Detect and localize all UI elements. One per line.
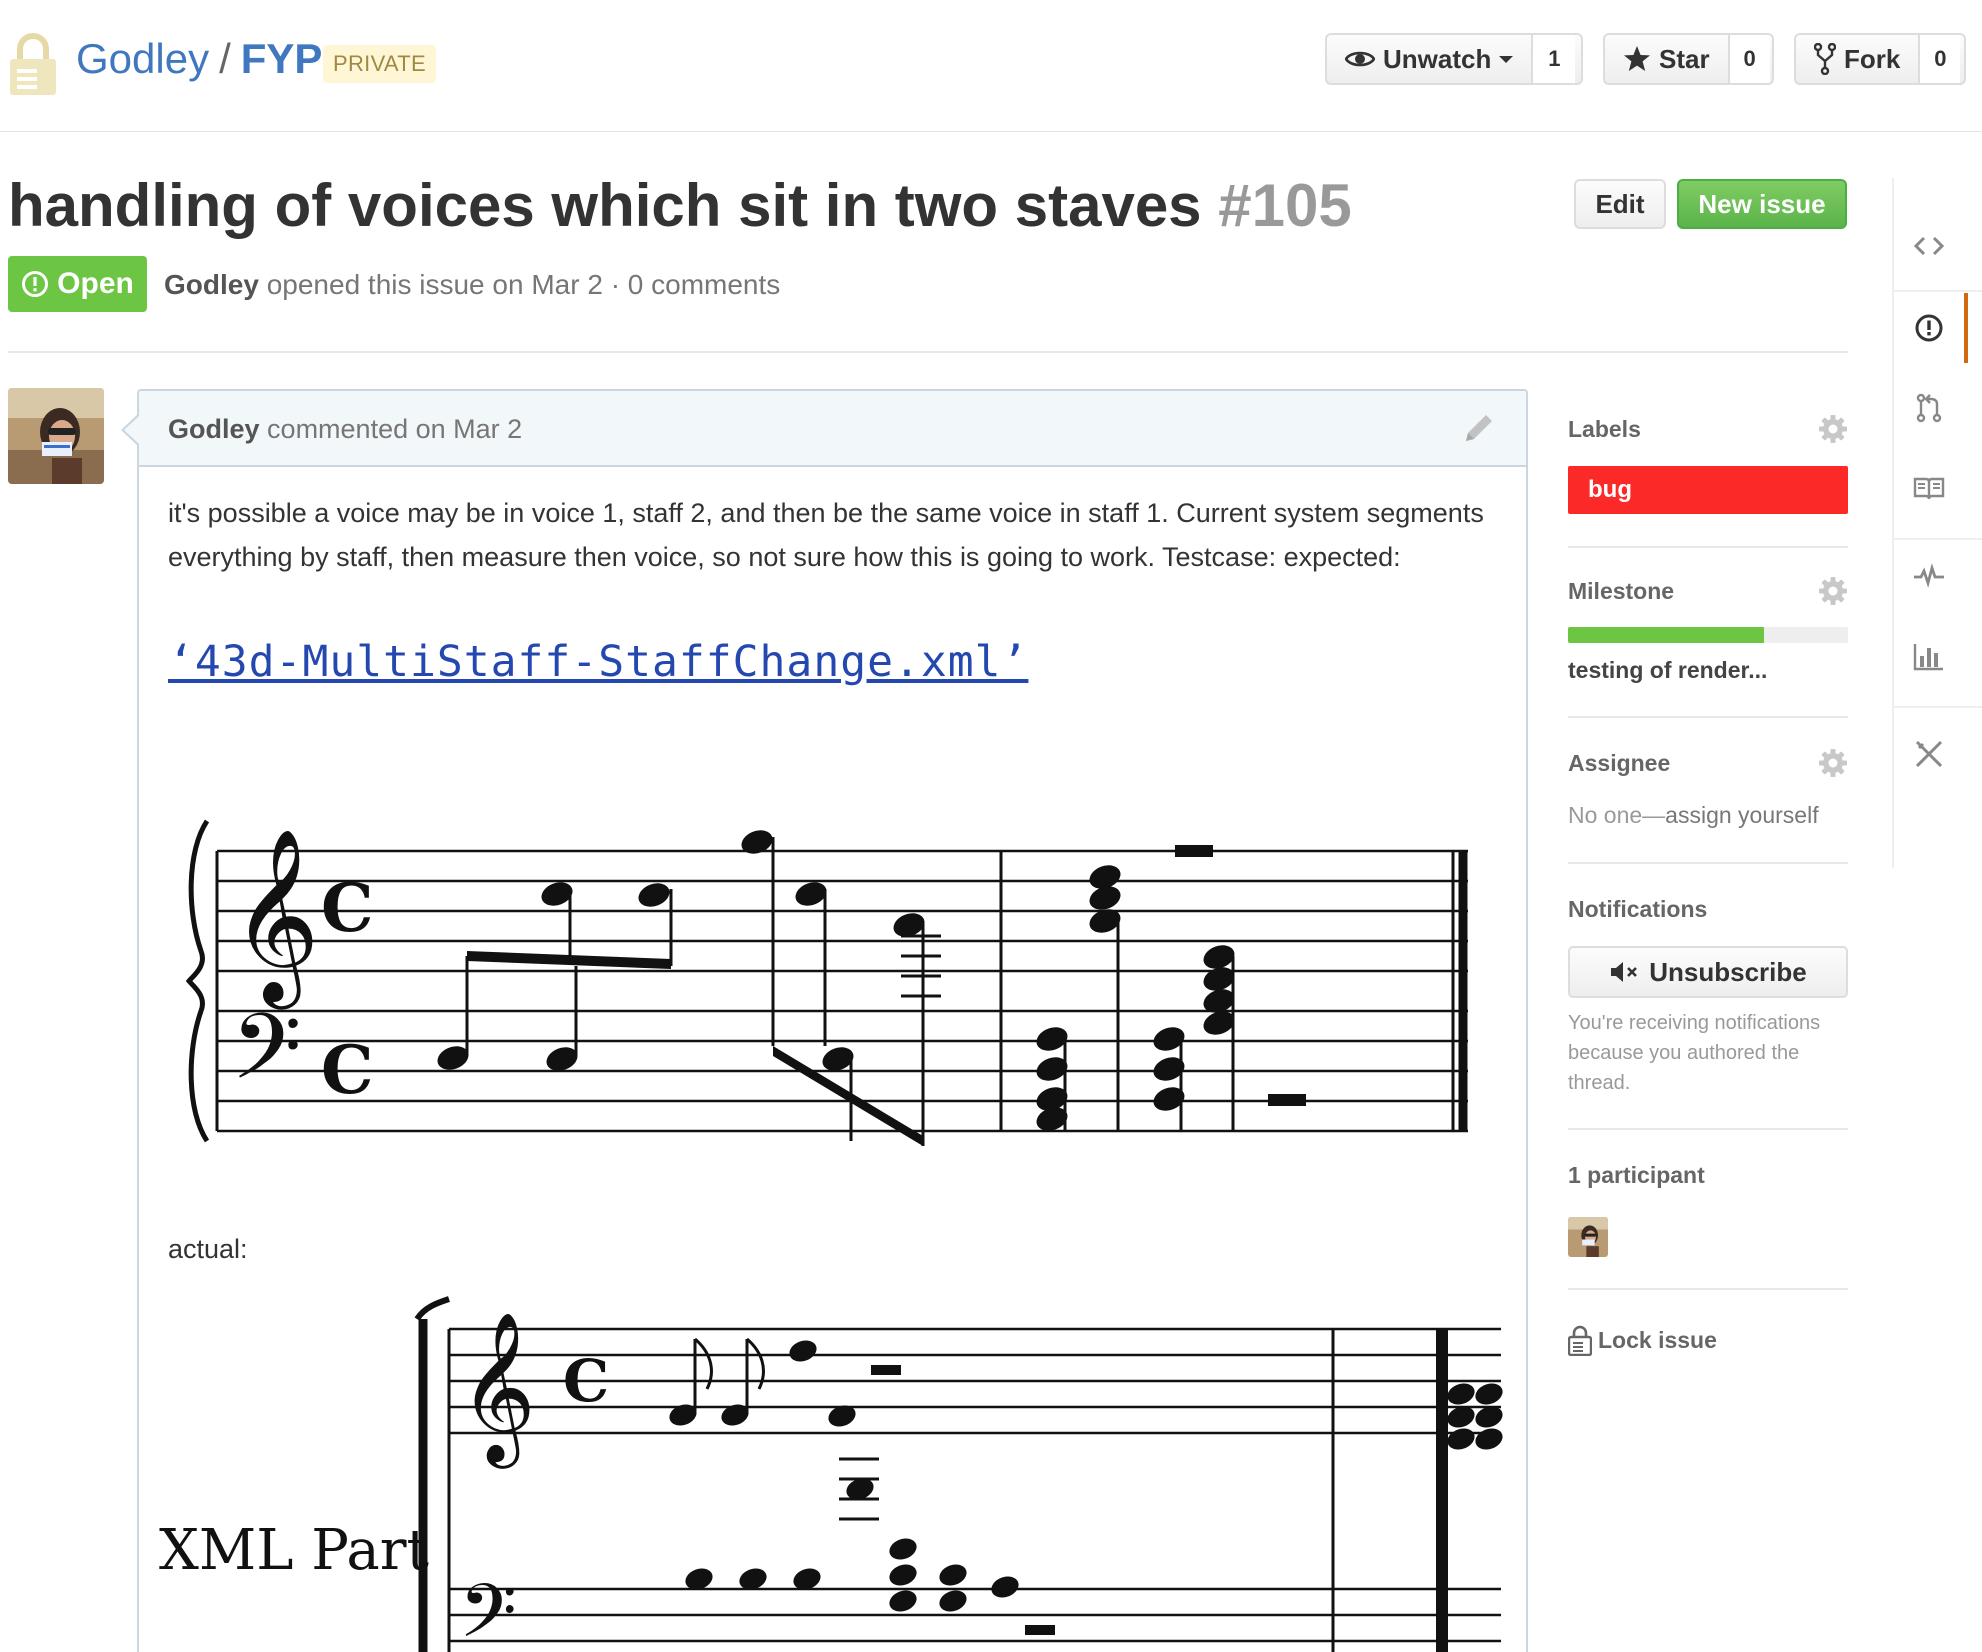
issue-author-link[interactable]: Godley <box>164 269 259 300</box>
milestone-section: Milestone testing of render... <box>1568 576 1848 686</box>
notifications-heading: Notifications <box>1568 896 1708 922</box>
expected-score-image: 𝄞 C 𝄢 C <box>185 819 1468 1146</box>
assign-yourself-link[interactable]: assign yourself <box>1665 802 1818 828</box>
issue-meta-text: opened this issue on Mar 2 · 0 comments <box>266 269 781 300</box>
nav-wiki[interactable] <box>1894 458 1964 518</box>
milestone-progress-bar <box>1568 627 1848 643</box>
labels-section: Labels bug <box>1568 414 1848 524</box>
assignee-section: Assignee No one—assign yourself <box>1568 748 1848 838</box>
repo-owner-link[interactable]: Godley <box>76 35 209 82</box>
unsubscribe-label: Unsubscribe <box>1649 956 1807 987</box>
issue-state-label: Open <box>57 267 134 300</box>
gear-icon[interactable] <box>1818 414 1848 444</box>
lock-issue-label: Lock issue <box>1598 1326 1717 1353</box>
participant-avatar[interactable] <box>1568 1217 1608 1257</box>
nav-code[interactable] <box>1894 216 1964 276</box>
comment-box: Godley commented on Mar 2 it's possible … <box>137 389 1528 1652</box>
graphs-icon <box>1913 644 1943 671</box>
chevron-down-icon <box>1499 56 1514 63</box>
svg-text:𝄢: 𝄢 <box>459 1568 517 1652</box>
fork-icon <box>1814 43 1836 75</box>
labels-heading: Labels <box>1568 416 1641 442</box>
divider <box>8 351 1848 353</box>
svg-text:𝄞: 𝄞 <box>231 828 320 1010</box>
comment-header: Godley commented on Mar 2 <box>139 391 1526 467</box>
unsubscribe-button[interactable]: Unsubscribe <box>1568 946 1848 998</box>
assignee-none: No one— <box>1568 802 1666 828</box>
repo-separator: / <box>219 35 231 82</box>
comment-author-link[interactable]: Godley <box>168 414 260 444</box>
eye-icon <box>1345 51 1375 67</box>
nav-pulse[interactable] <box>1894 546 1964 606</box>
repo-name-link[interactable]: FYP <box>241 35 323 82</box>
svg-text:𝄞: 𝄞 <box>459 1310 536 1469</box>
issues-icon <box>1915 314 1943 342</box>
lock-icon <box>1568 1325 1592 1356</box>
participants-heading: 1 participant <box>1568 1162 1705 1188</box>
star-icon <box>1624 46 1650 71</box>
notifications-reason: You're receiving notifications because y… <box>1568 1012 1821 1094</box>
star-button[interactable]: Star 0 <box>1603 33 1774 85</box>
comment-body: it's possible a voice may be in voice 1,… <box>168 491 1508 579</box>
assignee-heading: Assignee <box>1568 750 1671 776</box>
watch-count[interactable]: 1 <box>1533 35 1576 83</box>
svg-text:C: C <box>563 1347 609 1415</box>
nav-issues[interactable] <box>1894 293 1968 363</box>
divider <box>1568 862 1848 864</box>
divider <box>1568 1288 1848 1290</box>
issue-state-badge: Open <box>8 256 147 312</box>
milestone-heading: Milestone <box>1568 578 1675 604</box>
svg-text:C: C <box>321 1031 374 1109</box>
lock-icon <box>10 33 56 95</box>
avatar[interactable] <box>8 388 104 484</box>
pencil-icon[interactable] <box>1462 411 1496 445</box>
fork-label: Fork <box>1844 43 1901 74</box>
new-issue-button[interactable]: New issue <box>1677 179 1847 229</box>
pull-request-icon <box>1916 393 1942 423</box>
issue-opened-icon <box>22 271 49 297</box>
issue-title: handling of voices which sit in two stav… <box>8 168 1352 244</box>
repo-header: Godley / FYP PRIVATE Unwatch 1 Star 0 Fo… <box>0 0 1982 132</box>
gear-icon[interactable] <box>1818 576 1848 606</box>
fork-count[interactable]: 0 <box>1920 35 1961 83</box>
svg-text:C: C <box>321 869 374 947</box>
edit-title-button[interactable]: Edit <box>1574 179 1666 229</box>
private-badge: PRIVATE <box>323 45 436 83</box>
participants-section: 1 participant <box>1568 1160 1848 1280</box>
issue-meta: Godley opened this issue on Mar 2 · 0 co… <box>164 266 780 304</box>
watch-label: Unwatch <box>1383 43 1492 74</box>
wiki-icon <box>1913 477 1945 500</box>
star-count[interactable]: 0 <box>1729 35 1770 83</box>
settings-icon <box>1915 740 1943 768</box>
notifications-section: Notifications Unsubscribe You're receivi… <box>1568 894 1848 1114</box>
mute-icon <box>1611 962 1638 982</box>
gear-icon[interactable] <box>1818 748 1848 778</box>
testcase-link[interactable]: ‘43d-MultiStaff-StaffChange.xml’ <box>168 637 1028 687</box>
star-label: Star <box>1659 43 1710 74</box>
lock-issue-link[interactable]: Lock issue <box>1568 1320 1848 1360</box>
milestone-progress-fill <box>1568 627 1764 643</box>
svg-text:𝄢: 𝄢 <box>231 994 302 1122</box>
repo-title: Godley / FYP <box>76 34 322 84</box>
label-bug[interactable]: bug <box>1568 466 1848 514</box>
comment-text: it's possible a voice may be in voice 1,… <box>168 498 1484 572</box>
comment-meta: commented on Mar 2 <box>267 414 523 444</box>
divider <box>1568 546 1848 548</box>
milestone-link[interactable]: testing of render... <box>1568 654 1767 686</box>
divider <box>1568 716 1848 718</box>
actual-score-image: XML Part 𝄞 C 𝄢 <box>159 1296 1503 1652</box>
watch-button[interactable]: Unwatch 1 <box>1325 33 1583 85</box>
nav-graphs[interactable] <box>1894 626 1964 686</box>
divider <box>1568 1128 1848 1130</box>
nav-settings[interactable] <box>1894 724 1964 784</box>
code-icon <box>1913 236 1945 256</box>
repo-nav <box>1892 178 1982 868</box>
fork-button[interactable]: Fork 0 <box>1794 33 1966 85</box>
actual-label: actual: <box>168 1234 248 1264</box>
nav-pull-requests[interactable] <box>1894 378 1964 438</box>
issue-title-text: handling of voices which sit in two stav… <box>8 172 1202 239</box>
pulse-icon <box>1914 563 1944 588</box>
score-part-label: XML Part <box>159 1518 430 1583</box>
issue-number: #105 <box>1218 172 1352 239</box>
